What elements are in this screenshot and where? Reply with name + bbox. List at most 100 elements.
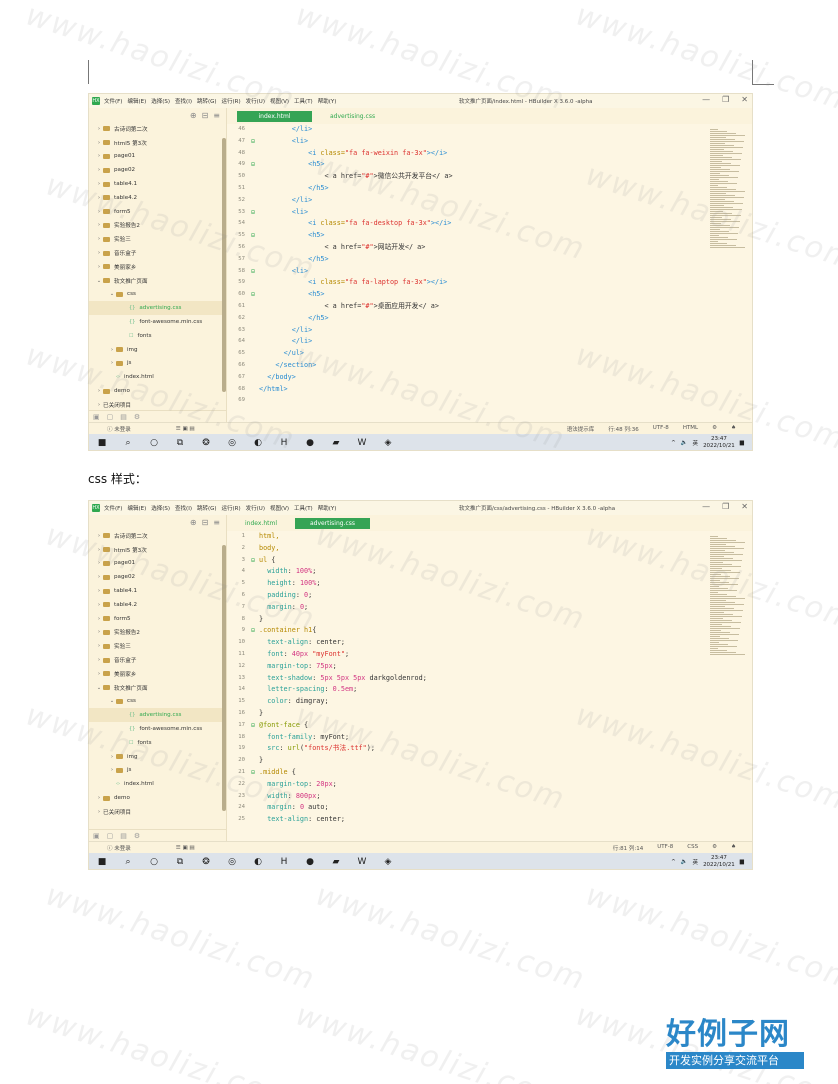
menu-item[interactable]: 文件(F): [104, 506, 122, 512]
file-icon[interactable]: ▢: [107, 832, 114, 840]
gear-icon[interactable]: ⚙: [712, 425, 717, 433]
hbuilder-icon[interactable]: H: [277, 857, 291, 867]
ime-indicator[interactable]: 英: [693, 858, 699, 866]
app-icon[interactable]: ◐: [251, 857, 265, 867]
tree-item[interactable]: ⌄ 软文推广页面: [89, 274, 226, 288]
menu-item[interactable]: 编辑(E): [127, 99, 146, 105]
tree-item[interactable]: › 实验报告2: [89, 626, 226, 640]
tree-item[interactable]: ⌄ 软文推广页面: [89, 681, 226, 695]
tree-item[interactable]: › page01: [89, 150, 226, 164]
clock[interactable]: 23:47 2022/10/21: [703, 436, 735, 450]
fold-icon[interactable]: ⊟: [249, 159, 257, 171]
login-status[interactable]: ⓘ 未登录: [107, 425, 131, 433]
language-mode[interactable]: CSS: [687, 844, 698, 852]
tree-item[interactable]: › 古诗词第二次: [89, 122, 226, 136]
volume-icon[interactable]: 🔈: [681, 440, 688, 446]
close-icon[interactable]: ✕: [741, 95, 748, 104]
sidebar-scrollbar[interactable]: [222, 138, 226, 392]
fold-icon[interactable]: ⊟: [249, 720, 257, 732]
menu-item[interactable]: 选择(S): [151, 506, 170, 512]
minimize-icon[interactable]: —: [702, 502, 710, 511]
tree-item[interactable]: › demo: [89, 791, 226, 805]
tree-item[interactable]: › 美丽家乡: [89, 260, 226, 274]
menu-item[interactable]: 帮助(Y): [318, 99, 337, 105]
restore-icon[interactable]: ❐: [722, 95, 729, 104]
menu-item[interactable]: 运行(R): [222, 506, 241, 512]
tree-item[interactable]: › form5: [89, 612, 226, 626]
fold-icon[interactable]: ⊟: [249, 289, 257, 301]
menu-item[interactable]: 编辑(E): [127, 506, 146, 512]
app-icon[interactable]: ❂: [199, 857, 213, 867]
task-view-icon[interactable]: ⧉: [173, 857, 187, 867]
tree-item[interactable]: › 音乐盒子: [89, 653, 226, 667]
folder-icon[interactable]: ▣: [93, 413, 100, 421]
add-icon[interactable]: ⊕: [190, 111, 197, 120]
settings-icon[interactable]: ⚙: [134, 413, 140, 421]
tree-item[interactable]: › 已关闭项目: [89, 805, 226, 819]
login-status[interactable]: ⓘ 未登录: [107, 844, 131, 852]
windows-start-icon[interactable]: ■: [95, 857, 109, 867]
file-explorer-icon[interactable]: ▰: [329, 438, 343, 448]
minimize-icon[interactable]: —: [702, 95, 710, 104]
app-icon[interactable]: ◈: [381, 438, 395, 448]
tree-item[interactable]: › 实验三: [89, 639, 226, 653]
windows-start-icon[interactable]: ■: [95, 438, 109, 448]
tree-item[interactable]: ⌄ css: [89, 695, 226, 709]
app-icon[interactable]: ❂: [199, 438, 213, 448]
fold-icon[interactable]: ⊟: [249, 555, 257, 567]
fold-icon[interactable]: ⊟: [249, 625, 257, 637]
menu-item[interactable]: 跳转(G): [197, 506, 217, 512]
encoding[interactable]: UTF-8: [653, 425, 669, 433]
task-view-icon[interactable]: ⧉: [173, 438, 187, 448]
file-icon[interactable]: ▢: [107, 413, 114, 421]
bell-icon[interactable]: ♠: [731, 844, 736, 852]
tree-item[interactable]: {} advertising.css: [89, 708, 226, 723]
wps-icon[interactable]: W: [355, 857, 369, 867]
collapse-icon[interactable]: ⊟: [202, 518, 209, 527]
volume-icon[interactable]: 🔈: [681, 859, 688, 865]
notification-icon[interactable]: ▆: [740, 440, 744, 446]
menu-item[interactable]: 跳转(G): [197, 99, 217, 105]
list-icon[interactable]: ≡: [213, 111, 220, 120]
tree-item[interactable]: ☐ fonts: [89, 329, 226, 343]
fold-icon[interactable]: ⊟: [249, 207, 257, 219]
restore-icon[interactable]: ❐: [722, 502, 729, 511]
tray-chevron-icon[interactable]: ^: [671, 440, 676, 446]
tree-item[interactable]: › html5 第3次: [89, 136, 226, 150]
doc-icon[interactable]: ▤: [120, 832, 127, 840]
tray-chevron-icon[interactable]: ^: [671, 859, 676, 865]
menu-item[interactable]: 文件(F): [104, 99, 122, 105]
gear-icon[interactable]: ⚙: [712, 844, 717, 852]
tree-item[interactable]: › page02: [89, 163, 226, 177]
language-mode[interactable]: HTML: [683, 425, 698, 433]
tab-advertising-css[interactable]: advertising.css: [322, 111, 383, 122]
cortana-icon[interactable]: ○: [147, 438, 161, 448]
menu-item[interactable]: 选择(S): [151, 99, 170, 105]
menu-item[interactable]: 帮助(Y): [318, 506, 337, 512]
close-icon[interactable]: ✕: [741, 502, 748, 511]
tree-item[interactable]: {} font-awesome.min.css: [89, 315, 226, 329]
menu-item[interactable]: 工具(T): [294, 506, 313, 512]
tree-item[interactable]: ⌄ css: [89, 288, 226, 302]
cortana-icon[interactable]: ○: [147, 857, 161, 867]
encoding[interactable]: UTF-8: [657, 844, 673, 852]
tree-item[interactable]: {} advertising.css: [89, 301, 226, 316]
search-icon[interactable]: ⌕: [121, 857, 135, 867]
doc-icon[interactable]: ▤: [120, 413, 127, 421]
menu-item[interactable]: 查找(I): [175, 506, 192, 512]
tree-item[interactable]: › 美丽家乡: [89, 667, 226, 681]
notification-icon[interactable]: ▆: [740, 859, 744, 865]
app-icon[interactable]: ◈: [381, 857, 395, 867]
menu-item[interactable]: 视图(V): [270, 506, 289, 512]
tab-index-html[interactable]: index.html: [237, 518, 285, 529]
collapse-icon[interactable]: ⊟: [202, 111, 209, 120]
wechat-icon[interactable]: ●: [303, 438, 317, 448]
menu-item[interactable]: 查找(I): [175, 99, 192, 105]
tree-item[interactable]: › img: [89, 343, 226, 357]
list-icon[interactable]: ≡: [213, 518, 220, 527]
menu-item[interactable]: 工具(T): [294, 99, 313, 105]
settings-icon[interactable]: ⚙: [134, 832, 140, 840]
add-icon[interactable]: ⊕: [190, 518, 197, 527]
syntax-hint[interactable]: 语法提示库: [567, 425, 595, 433]
edge-icon[interactable]: ◎: [225, 857, 239, 867]
